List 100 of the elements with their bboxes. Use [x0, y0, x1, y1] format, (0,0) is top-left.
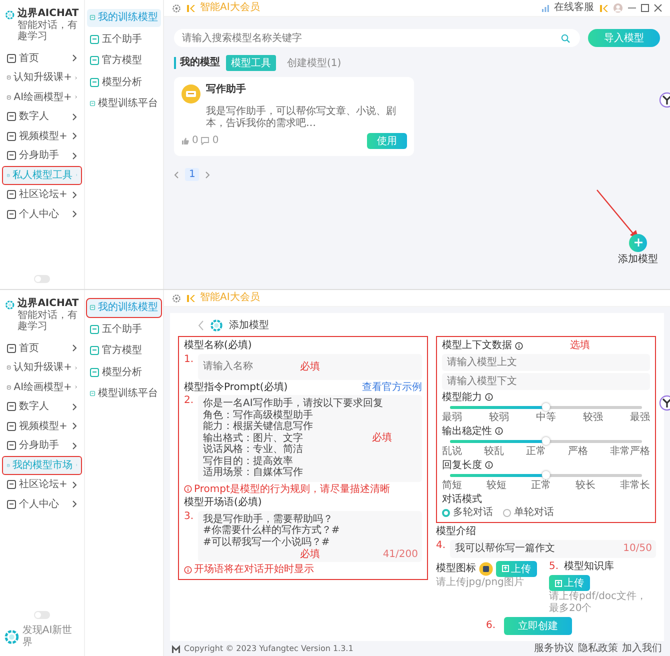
- chart-icon: [542, 4, 549, 12]
- tile-icon: [7, 382, 11, 392]
- logo-icon: [186, 4, 195, 12]
- tick-label: 正常: [531, 480, 551, 492]
- previous-page-icon[interactable]: [174, 170, 179, 178]
- search-field[interactable]: 请输入搜索模型名称关键字: [174, 29, 580, 47]
- avatar-icon: [181, 84, 201, 104]
- example-link[interactable]: 查看官方示例: [362, 382, 422, 393]
- tile-icon: [7, 151, 16, 160]
- sidebar-item[interactable]: AI绘画模型+: [3, 88, 81, 106]
- submenu-item[interactable]: 官方模型: [87, 52, 161, 70]
- chevron-icon: [72, 112, 77, 121]
- sidebar-item[interactable]: 社区论坛+: [3, 476, 81, 494]
- radio-option[interactable]: 单轮对话: [503, 507, 554, 518]
- chevron-icon: [72, 402, 77, 411]
- step-number: 5.: [549, 560, 560, 572]
- required-note: 必填: [300, 360, 320, 372]
- submenu-item[interactable]: 模型训练平台: [87, 95, 161, 112]
- footer-slogan: 发现AI新世界: [22, 625, 74, 648]
- footer-link[interactable]: 服务协议: [534, 642, 574, 654]
- sidebar-item[interactable]: 社区论坛+: [3, 186, 81, 204]
- page-title: 添加模型: [229, 320, 269, 332]
- submenu-item[interactable]: 官方模型: [87, 342, 161, 360]
- step-number: 4.: [436, 540, 447, 552]
- step-number: 2.: [184, 395, 195, 406]
- maximize-icon[interactable]: [641, 4, 649, 12]
- card-description: 我是写作助手，可以帮你写文章、小说、剧本，告诉我你的需求吧…: [206, 106, 397, 129]
- tile-icon: [90, 303, 95, 312]
- tick-label: 简短: [442, 480, 462, 492]
- settings-icon[interactable]: [172, 4, 181, 12]
- comment-icon: [201, 137, 210, 145]
- field-label: 模型上下文数据: [442, 340, 523, 352]
- page-button[interactable]: 1: [185, 168, 200, 181]
- tile-icon: [7, 190, 16, 200]
- tick-label: 较弱: [489, 412, 509, 424]
- sidebar-item[interactable]: 认知升级课+: [3, 69, 81, 86]
- tile-icon: [7, 112, 16, 122]
- logo-icon: [4, 628, 20, 644]
- tile-icon: [7, 73, 11, 82]
- model-card[interactable]: 写作助手 我是写作助手，可以帮你写文章、小说、剧本，告诉我你的需求吧… 0 0 使用: [174, 77, 414, 156]
- upload-icon: [555, 580, 562, 586]
- sidebar-item[interactable]: 首页: [3, 340, 81, 357]
- tile-icon: [90, 324, 99, 334]
- slider-thumb[interactable]: [542, 403, 550, 411]
- sidebar-item[interactable]: 视频模型+: [3, 128, 81, 145]
- sidebar-item[interactable]: 数字人: [3, 398, 81, 416]
- add-button[interactable]: [629, 234, 647, 252]
- brand-tagline: 智能对话，有趣学习: [18, 20, 79, 42]
- sidebar-item[interactable]: 视频模型+: [3, 418, 81, 435]
- service-link[interactable]: 在线客服: [554, 2, 594, 14]
- avatar-icon[interactable]: [613, 3, 623, 13]
- submenu-item[interactable]: 模型训练平台: [87, 385, 161, 402]
- sidebar-item[interactable]: 个人中心: [3, 206, 81, 223]
- next-page-icon[interactable]: [205, 170, 210, 178]
- thumbs-up-icon: [181, 137, 189, 145]
- tick-label: 中等: [536, 412, 556, 424]
- slider-thumb[interactable]: [542, 471, 550, 479]
- close-icon[interactable]: [654, 4, 662, 12]
- step-number: 3.: [184, 510, 195, 522]
- tile-icon: [7, 480, 16, 490]
- submenu-item[interactable]: 五个助手: [87, 30, 161, 48]
- upload-icon: [502, 565, 509, 572]
- tick-label: 乱说: [442, 446, 462, 458]
- sidebar-item[interactable]: 认知升级课+: [3, 359, 81, 376]
- submenu-item[interactable]: 模型分析: [87, 74, 161, 91]
- toggle-switch[interactable]: [34, 611, 50, 619]
- footer-link[interactable]: 隐私政策: [578, 642, 618, 654]
- submenu-item[interactable]: 模型分析: [87, 364, 161, 381]
- chevron-icon: [72, 500, 77, 508]
- back-icon[interactable]: [198, 320, 204, 331]
- radio-option[interactable]: 多轮对话: [442, 507, 493, 518]
- footer-link[interactable]: 加入我们: [622, 642, 662, 654]
- step-number: 6.: [486, 620, 497, 632]
- slider-track[interactable]: [450, 406, 642, 409]
- tile-icon: [7, 344, 16, 353]
- sidebar-item[interactable]: AI绘画模型+: [3, 378, 81, 396]
- chevron-icon: [72, 442, 77, 450]
- toggle-switch[interactable]: [34, 275, 50, 283]
- optional-note: 选填: [570, 340, 590, 352]
- add-button-label: 添加模型: [618, 254, 658, 265]
- tile-icon: [90, 346, 99, 356]
- slider-track[interactable]: [450, 440, 642, 443]
- context-field[interactable]: 请输入模型上文: [442, 354, 650, 370]
- field-label: 模型开场语(必填): [184, 497, 263, 508]
- sidebar-item[interactable]: 个人中心: [3, 496, 81, 513]
- sidebar-item[interactable]: 数字人: [3, 108, 81, 126]
- slider-thumb[interactable]: [542, 437, 550, 445]
- sidebar-item[interactable]: 首页: [3, 50, 81, 67]
- required-note: 必填: [300, 548, 320, 560]
- settings-icon[interactable]: [172, 294, 181, 302]
- search-icon[interactable]: [561, 34, 570, 42]
- submenu-item[interactable]: 五个助手: [87, 320, 161, 338]
- sidebar-item[interactable]: 分身助手: [3, 437, 81, 454]
- slider-track[interactable]: [450, 474, 642, 477]
- context-field[interactable]: 请输入模型下文: [442, 372, 650, 390]
- tile-icon: [7, 500, 16, 509]
- tick-label: 较长: [576, 480, 596, 492]
- hint-text: Prompt是模型的行为规则，请尽量描述清晰: [184, 484, 422, 495]
- tile-icon: [7, 132, 16, 141]
- sidebar-item[interactable]: 分身助手: [3, 147, 81, 164]
